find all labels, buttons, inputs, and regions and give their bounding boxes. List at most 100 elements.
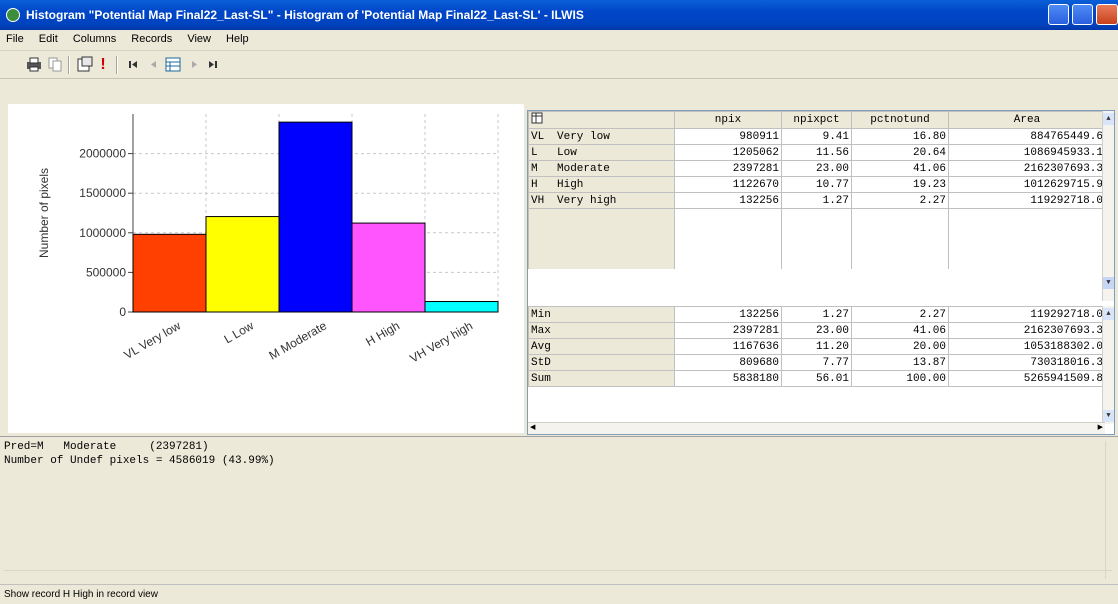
scroll-up-arrow[interactable]: ▲ xyxy=(1103,113,1114,125)
stats-scroll-down-arrow[interactable]: ▼ xyxy=(1103,410,1114,422)
cell-npixpct[interactable]: 23.00 xyxy=(781,160,852,177)
copy-icon[interactable] xyxy=(47,56,63,73)
stats-vertical-scrollbar[interactable]: ▲ ▼ xyxy=(1102,306,1114,424)
table-vertical-scrollbar[interactable]: ▲ ▼ xyxy=(1102,111,1114,301)
empty-cell xyxy=(851,239,949,254)
cell-area[interactable]: 2162307693.3 xyxy=(948,160,1106,177)
menu-help[interactable]: Help xyxy=(220,30,255,45)
table-horizontal-scrollbar[interactable]: ◀ ▶ xyxy=(528,422,1105,434)
record-view-icon[interactable] xyxy=(164,56,182,73)
cell-pctnotund[interactable]: 19.23 xyxy=(851,176,949,193)
first-record-icon[interactable] xyxy=(126,56,140,73)
output-horizontal-scrollbar[interactable] xyxy=(4,570,1112,582)
column-header-npixpct[interactable]: npixpct xyxy=(781,111,852,129)
stats-row[interactable]: Sum 5838180 56.01 100.00 5265941509.8 xyxy=(528,370,1106,387)
stat-npix[interactable]: 2397281 xyxy=(674,322,782,339)
table-row[interactable]: VH Very high 132256 1.27 2.27 119292718.0 xyxy=(528,192,1106,209)
stat-npixpct[interactable]: 1.27 xyxy=(781,306,852,323)
status-text: Show record H High in record view xyxy=(4,589,158,600)
row-header[interactable]: M Moderate xyxy=(528,160,675,177)
cell-npix[interactable]: 1122670 xyxy=(674,176,782,193)
stats-row[interactable]: Avg 1167636 11.20 20.00 1053188302.0 xyxy=(528,338,1106,355)
menu-columns[interactable]: Columns xyxy=(67,30,122,45)
menu-edit[interactable]: Edit xyxy=(33,30,64,45)
cell-area[interactable]: 119292718.0 xyxy=(948,192,1106,209)
cell-npixpct[interactable]: 9.41 xyxy=(781,128,852,145)
cell-npix[interactable]: 980911 xyxy=(674,128,782,145)
menu-file[interactable]: File xyxy=(0,30,30,45)
stat-pctnotund[interactable]: 13.87 xyxy=(851,354,949,371)
row-header[interactable]: H High xyxy=(528,176,675,193)
stat-area[interactable]: 730318016.3 xyxy=(948,354,1106,371)
cell-npixpct[interactable]: 1.27 xyxy=(781,192,852,209)
cell-area[interactable]: 884765449.6 xyxy=(948,128,1106,145)
column-header-npix[interactable]: npix xyxy=(674,111,782,129)
next-record-icon[interactable] xyxy=(188,56,200,73)
stat-area[interactable]: 2162307693.3 xyxy=(948,322,1106,339)
toolbar: ! xyxy=(0,51,1118,79)
cell-pctnotund[interactable]: 41.06 xyxy=(851,160,949,177)
empty-cell xyxy=(528,224,675,239)
table-row[interactable]: VL Very low 980911 9.41 16.80 884765449.6 xyxy=(528,128,1106,145)
histogram-bar xyxy=(205,216,280,313)
cell-npix[interactable]: 1205062 xyxy=(674,144,782,161)
print-icon[interactable] xyxy=(25,56,43,73)
scroll-right-arrow[interactable]: ▶ xyxy=(1098,423,1103,432)
output-vertical-scrollbar[interactable] xyxy=(1105,441,1116,579)
row-header[interactable]: VH Very high xyxy=(528,192,675,209)
column-header-area[interactable]: Area xyxy=(948,111,1106,129)
stat-pctnotund[interactable]: 100.00 xyxy=(851,370,949,387)
scroll-down-arrow[interactable]: ▼ xyxy=(1103,277,1114,289)
stat-npixpct[interactable]: 11.20 xyxy=(781,338,852,355)
class-table: npix npixpct pctnotund Area VL Very low 98… xyxy=(528,111,1106,269)
stat-npix[interactable]: 132256 xyxy=(674,306,782,323)
stat-npix[interactable]: 809680 xyxy=(674,354,782,371)
close-button[interactable] xyxy=(1096,4,1118,25)
table-row[interactable]: L Low 1205062 11.56 20.64 1086945933.1 xyxy=(528,144,1106,161)
cell-area[interactable]: 1086945933.1 xyxy=(948,144,1106,161)
menu-records[interactable]: Records xyxy=(125,30,178,45)
y-tick-label: 0 xyxy=(119,305,126,319)
ilwis-app-icon[interactable] xyxy=(6,8,20,22)
stat-npixpct[interactable]: 56.01 xyxy=(781,370,852,387)
stat-npixpct[interactable]: 7.77 xyxy=(781,354,852,371)
stat-npix[interactable]: 5838180 xyxy=(674,370,782,387)
cell-pctnotund[interactable]: 2.27 xyxy=(851,192,949,209)
stat-area[interactable]: 1053188302.0 xyxy=(948,338,1106,355)
stat-npixpct[interactable]: 23.00 xyxy=(781,322,852,339)
stats-row[interactable]: StD 809680 7.77 13.87 730318016.3 xyxy=(528,354,1106,371)
row-header[interactable]: VL Very low xyxy=(528,128,675,145)
prev-record-icon[interactable] xyxy=(148,56,160,73)
cell-npix[interactable]: 132256 xyxy=(674,192,782,209)
cell-pctnotund[interactable]: 16.80 xyxy=(851,128,949,145)
column-header-pctnotund[interactable]: pctnotund xyxy=(851,111,949,129)
cell-npixpct[interactable]: 10.77 xyxy=(781,176,852,193)
properties-icon[interactable] xyxy=(76,56,94,73)
output-text-area[interactable]: Pred=M Moderate (2397281) Number of Unde… xyxy=(0,436,1118,584)
title-bar: Histogram "Potential Map Final22_Last-SL… xyxy=(0,0,1118,30)
stat-area[interactable]: 119292718.0 xyxy=(948,306,1106,323)
minimize-button[interactable] xyxy=(1048,4,1069,25)
cell-pctnotund[interactable]: 20.64 xyxy=(851,144,949,161)
histogram-table: npix npixpct pctnotund Area VL Very low 98… xyxy=(527,110,1115,435)
cell-npixpct[interactable]: 11.56 xyxy=(781,144,852,161)
stat-pctnotund[interactable]: 20.00 xyxy=(851,338,949,355)
exclamation-icon[interactable]: ! xyxy=(97,56,109,73)
stats-row[interactable]: Min 132256 1.27 2.27 119292718.0 xyxy=(528,306,1106,323)
stat-area[interactable]: 5265941509.8 xyxy=(948,370,1106,387)
scroll-left-arrow[interactable]: ◀ xyxy=(530,423,535,432)
menu-view[interactable]: View xyxy=(181,30,217,45)
stats-scroll-up-arrow[interactable]: ▲ xyxy=(1103,308,1114,320)
table-corner[interactable] xyxy=(528,111,675,129)
table-row[interactable]: M Moderate 2397281 23.00 41.06 2162307693.3 xyxy=(528,160,1106,177)
table-row[interactable]: H High 1122670 10.77 19.23 1012629715.9 xyxy=(528,176,1106,193)
stat-npix[interactable]: 1167636 xyxy=(674,338,782,355)
cell-npix[interactable]: 2397281 xyxy=(674,160,782,177)
last-record-icon[interactable] xyxy=(206,56,220,73)
row-header[interactable]: L Low xyxy=(528,144,675,161)
stat-pctnotund[interactable]: 2.27 xyxy=(851,306,949,323)
stats-row[interactable]: Max 2397281 23.00 41.06 2162307693.3 xyxy=(528,322,1106,339)
maximize-button[interactable] xyxy=(1072,4,1093,25)
cell-area[interactable]: 1012629715.9 xyxy=(948,176,1106,193)
stat-pctnotund[interactable]: 41.06 xyxy=(851,322,949,339)
